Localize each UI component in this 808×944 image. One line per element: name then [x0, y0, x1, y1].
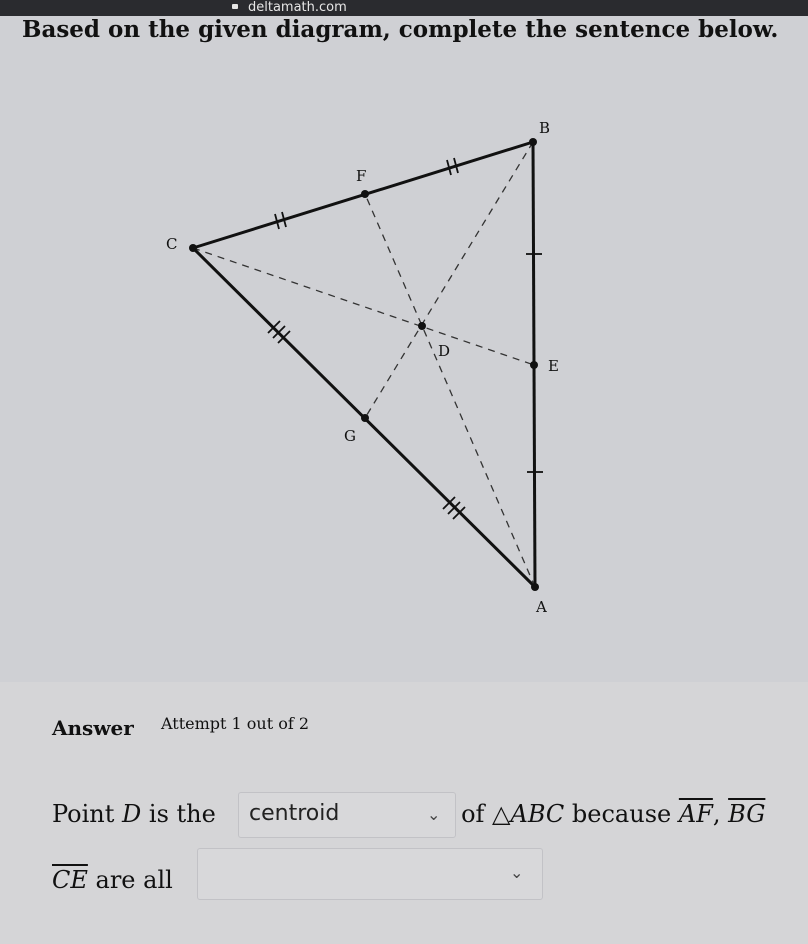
- segment-bg: BG: [728, 800, 766, 828]
- answer-label: Answer: [52, 716, 134, 740]
- answer-dropdown-1[interactable]: centroid ⌄: [238, 792, 456, 838]
- median-bG: [364, 141, 534, 419]
- triangle-diagram: B F C D E G A: [166, 119, 559, 616]
- point-b: [529, 138, 537, 146]
- chevron-down-icon: ⌄: [510, 863, 524, 882]
- label-e: E: [548, 357, 559, 375]
- point-g: [361, 414, 369, 422]
- segment-af: AF: [678, 800, 713, 828]
- point-f: [361, 190, 369, 198]
- point-e: [530, 361, 538, 369]
- point-d-symbol: D: [122, 800, 142, 828]
- medians: [192, 141, 536, 588]
- points: [189, 138, 539, 591]
- dropdown-1-value: centroid: [249, 801, 340, 826]
- label-g: G: [344, 427, 356, 445]
- label-c: C: [166, 235, 177, 253]
- segment-ce: CE: [52, 866, 88, 894]
- median-aF: [364, 193, 536, 588]
- label-a: A: [535, 598, 547, 616]
- label-f: F: [356, 167, 366, 185]
- triangle-name: ABC: [510, 800, 565, 828]
- chevron-down-icon: ⌄: [427, 805, 441, 824]
- attempt-counter: Attempt 1 out of 2: [161, 714, 310, 733]
- median-cE: [192, 247, 535, 366]
- triangle-sides: [191, 140, 537, 589]
- answer-dropdown-2[interactable]: ⌄: [197, 848, 543, 900]
- point-c: [189, 244, 197, 252]
- label-d: D: [438, 342, 450, 360]
- point-d: [418, 322, 426, 330]
- point-a: [531, 583, 539, 591]
- label-b: B: [539, 119, 550, 137]
